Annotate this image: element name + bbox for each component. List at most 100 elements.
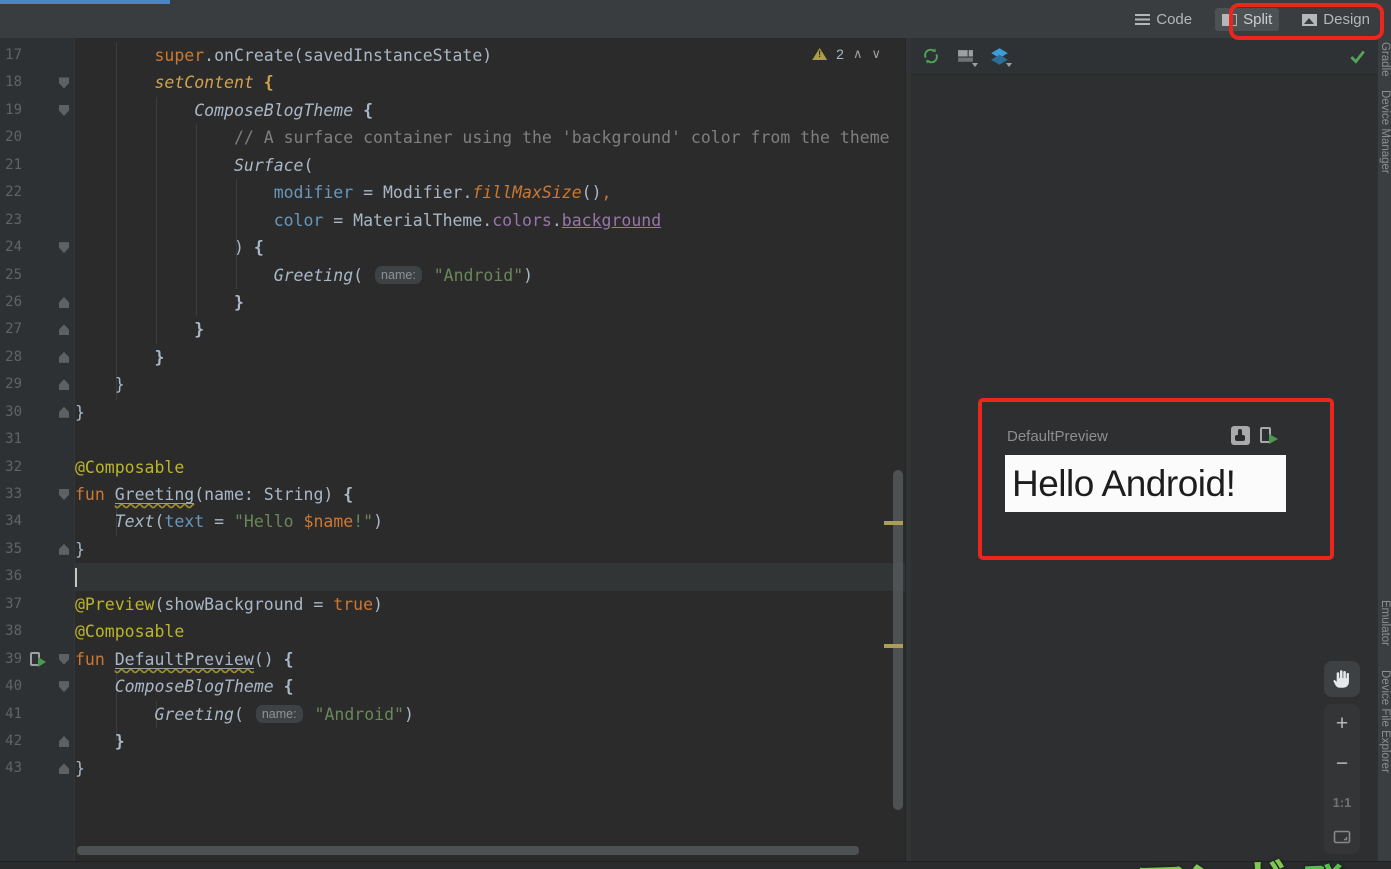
zoom-in-button[interactable]: + <box>1336 713 1348 734</box>
fold-marker-icon[interactable] <box>59 681 69 693</box>
code-text: } <box>154 347 165 367</box>
fold-marker-icon[interactable] <box>59 351 69 363</box>
fold-marker-icon[interactable] <box>59 735 69 747</box>
code-line: 32 @Composable <box>0 454 905 481</box>
fold-marker-icon[interactable] <box>59 77 69 89</box>
gutter-icon-area <box>26 344 75 371</box>
toolwindow-button-device-file-explorer[interactable]: Device File Explorer <box>1379 670 1391 773</box>
gutter-icon-area <box>26 454 75 481</box>
fold-marker-icon[interactable] <box>59 379 69 391</box>
fold-marker-icon[interactable] <box>59 543 69 555</box>
warning-count: 2 <box>836 46 844 62</box>
warning-stripe-mark[interactable] <box>884 521 903 525</box>
line-number[interactable]: 30 <box>0 399 26 426</box>
gutter-icon-area <box>26 701 75 728</box>
code-text: fun Greeting(name: String) { <box>75 485 354 504</box>
line-number[interactable]: 33 <box>0 481 26 508</box>
code-text: modifier = Modifier.fillMaxSize(), <box>273 183 612 203</box>
line-number[interactable]: 38 <box>0 618 26 645</box>
code-line: 20 // A surface container using the 'bac… <box>0 124 905 151</box>
next-warning-button[interactable]: ∨ <box>871 46 881 62</box>
fold-marker-icon[interactable] <box>59 653 69 665</box>
code-text: ComposeBlogTheme { <box>114 677 294 697</box>
warning-icon <box>812 48 828 60</box>
line-number[interactable]: 42 <box>0 728 26 755</box>
refresh-preview-button[interactable] <box>921 46 941 66</box>
line-number[interactable]: 40 <box>0 673 26 700</box>
layers-button[interactable] <box>989 46 1012 67</box>
line-number[interactable]: 28 <box>0 344 26 371</box>
line-number[interactable]: 41 <box>0 701 26 728</box>
line-number[interactable]: 20 <box>0 124 26 151</box>
code-text: Greeting( name: "Android") <box>154 704 414 724</box>
line-number[interactable]: 39 <box>0 646 26 673</box>
line-number[interactable]: 23 <box>0 207 26 234</box>
warning-stripe-mark[interactable] <box>884 644 903 648</box>
text-caret <box>75 568 77 588</box>
gutter-icon-area <box>26 755 75 782</box>
code-line: 29 } <box>0 371 905 398</box>
toolwindow-button-gradle[interactable]: Gradle <box>1379 42 1391 77</box>
fold-marker-icon[interactable] <box>59 763 69 775</box>
fold-marker-icon[interactable] <box>59 296 69 308</box>
gutter-icon-area <box>26 371 75 398</box>
gutter-icon-area <box>26 42 75 69</box>
line-number[interactable]: 37 <box>0 591 26 618</box>
fold-marker-icon[interactable] <box>59 104 69 116</box>
line-number[interactable]: 32 <box>0 454 26 481</box>
toolwindow-button-emulator[interactable]: Emulator <box>1379 600 1391 646</box>
code-line: 31 <box>0 426 905 453</box>
actual-size-button[interactable]: 1:1 <box>1333 795 1352 810</box>
line-number[interactable]: 43 <box>0 755 26 782</box>
code-line: 41 Greeting( name: "Android") <box>0 701 905 728</box>
right-toolwindow-bar: Gradle Device Manager Emulator Device File … <box>1377 38 1391 861</box>
fold-marker-icon[interactable] <box>59 324 69 336</box>
code-editor[interactable]: 17 super.onCreate(savedInstanceState) 18 … <box>0 38 905 861</box>
code-line: 25 Greeting( name: "Android") <box>0 262 905 289</box>
horizontal-scrollbar[interactable] <box>77 846 859 855</box>
line-number[interactable]: 35 <box>0 536 26 563</box>
code-text <box>75 563 905 591</box>
code-line: 42 } <box>0 728 905 755</box>
line-number[interactable]: 22 <box>0 179 26 206</box>
view-options-button[interactable] <box>955 46 978 67</box>
hand-icon <box>1333 670 1349 688</box>
line-number[interactable]: 19 <box>0 97 26 124</box>
pan-tool-button[interactable] <box>1324 661 1360 697</box>
fold-marker-icon[interactable] <box>59 242 69 254</box>
code-line: 23 color = MaterialTheme.colors.backgrou… <box>0 207 905 234</box>
code-text: color = MaterialTheme.colors.background <box>273 210 662 230</box>
code-line: 36 <box>0 563 905 591</box>
gutter-icon-area <box>26 508 75 535</box>
editor-lines: 17 super.onCreate(savedInstanceState) 18 … <box>0 42 905 783</box>
gutter-icon-area <box>26 399 75 426</box>
code-text: } <box>75 402 85 422</box>
toolwindow-button-device-manager[interactable]: Device Manager <box>1379 90 1391 174</box>
fold-marker-icon[interactable] <box>59 489 69 500</box>
line-number[interactable]: 17 <box>0 42 26 69</box>
mode-code-button[interactable]: Code <box>1128 8 1199 31</box>
line-number[interactable]: 21 <box>0 152 26 179</box>
line-number[interactable]: 29 <box>0 371 26 398</box>
fold-marker-icon[interactable] <box>59 406 69 418</box>
progress-indicator <box>0 0 170 4</box>
line-number[interactable]: 18 <box>0 69 26 96</box>
code-text: fun DefaultPreview() { <box>75 649 294 669</box>
line-number[interactable]: 36 <box>0 563 26 590</box>
line-number[interactable]: 31 <box>0 426 26 453</box>
line-number[interactable]: 26 <box>0 289 26 316</box>
line-number[interactable]: 25 <box>0 262 26 289</box>
code-line: 40 ComposeBlogTheme { <box>0 673 905 700</box>
code-line: 19 ComposeBlogTheme { <box>0 97 905 124</box>
zoom-out-button[interactable]: − <box>1336 753 1348 774</box>
line-number[interactable]: 34 <box>0 508 26 535</box>
line-number[interactable]: 24 <box>0 234 26 261</box>
previous-warning-button[interactable]: ∧ <box>853 46 863 62</box>
run-preview-gutter-icon[interactable] <box>30 651 46 668</box>
code-line: 28 } <box>0 344 905 371</box>
line-number[interactable]: 27 <box>0 316 26 343</box>
code-text: // A surface container using the 'backgr… <box>233 128 890 148</box>
gutter-icon-area <box>26 646 75 673</box>
code-mode-icon <box>1135 14 1151 25</box>
